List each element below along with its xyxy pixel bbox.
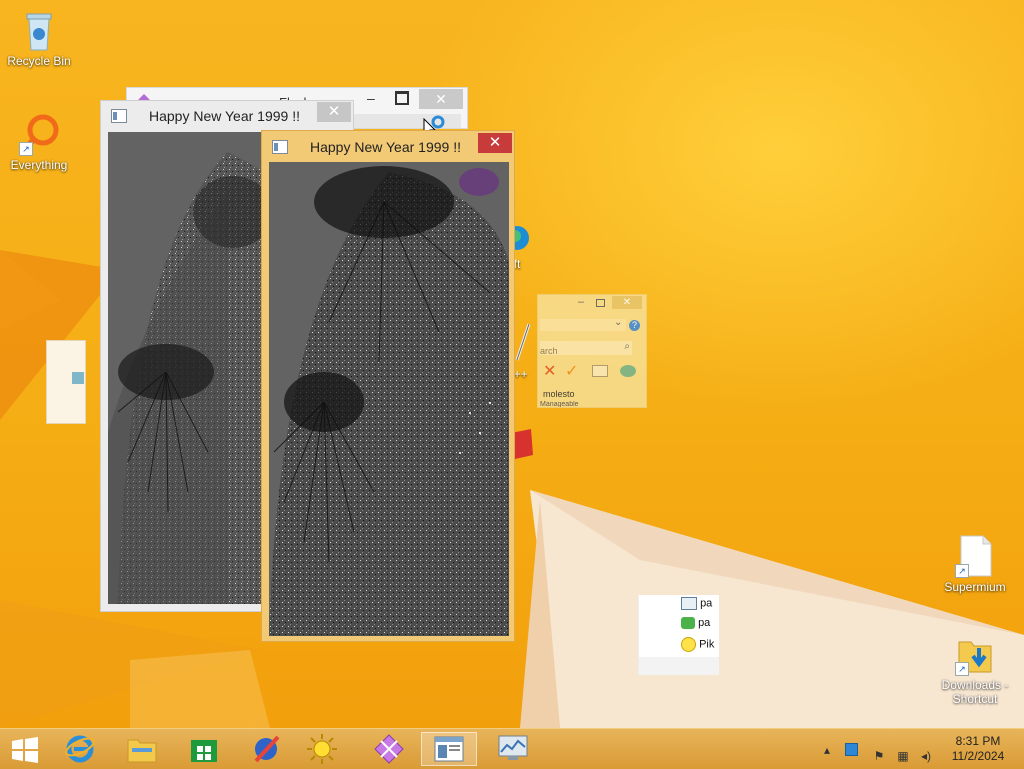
taskbar-app-sun[interactable] <box>294 732 350 766</box>
list-item[interactable]: pa <box>681 597 712 613</box>
delete-x-icon[interactable]: ✕ <box>543 361 556 381</box>
help-icon[interactable]: ? <box>629 320 640 331</box>
supermium-label: Supermium <box>944 580 1006 594</box>
panel-minimize-button[interactable]: – <box>578 296 584 308</box>
small-translucent-window[interactable]: – ✕ ⌄ ? arch ⌕ ✕ ✓ molesto Manageable <box>537 294 647 408</box>
network-icon[interactable]: ▦ <box>896 749 910 763</box>
volume-icon[interactable]: ◂) <box>919 749 933 763</box>
app-window-icon <box>272 140 288 154</box>
taskbar-app-pencil[interactable] <box>238 732 294 766</box>
taskbar-file-explorer[interactable] <box>114 732 170 766</box>
downloads-shortcut-icon[interactable]: ↗ Downloads - Shortcut <box>937 632 1013 706</box>
shortcut-arrow-icon: ↗ <box>19 142 33 156</box>
everything-label: Everything <box>10 158 68 172</box>
clock-date: 11/2/2024 <box>951 749 1005 763</box>
search-icon: ⌕ <box>624 341 630 352</box>
small-app-icon <box>72 372 84 384</box>
monitor-chart-icon <box>498 735 528 760</box>
action-center-flag-icon[interactable]: ⚑ <box>872 749 886 763</box>
flash-minimize-button[interactable]: – <box>367 90 375 106</box>
app-window-icon <box>434 736 464 762</box>
panel-maximize-button[interactable] <box>596 299 605 307</box>
window-file-icon <box>681 597 697 610</box>
colorful-file-icon <box>681 617 695 630</box>
list-item[interactable]: pa <box>681 617 710 633</box>
shortcut-arrow-icon: ↗ <box>955 564 969 578</box>
panel-list-item-sub: Manageable <box>540 401 579 407</box>
windows-store-icon <box>191 740 217 762</box>
taskbar-windows-store[interactable] <box>176 732 232 766</box>
windows-logo-icon <box>12 737 38 763</box>
white-doc-icon-partial[interactable] <box>46 340 86 424</box>
shortcut-arrow-icon: ↗ <box>955 662 969 676</box>
internet-explorer-icon <box>65 735 95 763</box>
panel-search-placeholder: arch <box>540 346 558 356</box>
tray-overflow-chevron-icon[interactable]: ▴ <box>820 743 834 757</box>
taskbar-happy-new-year[interactable] <box>421 732 477 766</box>
happy-back-title: Happy New Year 1999 !! <box>149 108 300 124</box>
taskbar: ▴ ⚑ ▦ ◂) 8:31 PM 11/2/2024 <box>0 728 1024 769</box>
taskbar-performance-monitor[interactable] <box>486 732 542 766</box>
shell-icon[interactable] <box>620 365 636 377</box>
flash-close-button[interactable]: ✕ <box>419 89 463 109</box>
flash-maximize-button[interactable] <box>395 91 409 105</box>
properties-icon[interactable] <box>592 365 608 377</box>
happy-front-title: Happy New Year 1999 !! <box>310 139 461 155</box>
panel-list-item[interactable]: molesto <box>543 389 575 399</box>
sun-icon <box>307 734 337 764</box>
smiley-icon <box>681 637 696 652</box>
everything-app-icon[interactable]: ↗ Everything <box>1 112 77 172</box>
recycle-bin-icon[interactable]: Recycle Bin <box>1 8 77 68</box>
happy-back-close-button[interactable]: ✕ <box>317 102 351 122</box>
fireworks-canvas-front[interactable] <box>269 162 509 636</box>
start-button[interactable] <box>0 732 50 766</box>
supermium-icon[interactable]: ↗ Supermium <box>937 534 1013 594</box>
recycle-bin-label: Recycle Bin <box>7 54 71 68</box>
system-clock[interactable]: 8:31 PM 11/2/2024 <box>948 734 1008 764</box>
file-list-window[interactable]: pa pa Pik <box>638 595 719 675</box>
happy-new-year-window-front[interactable]: Happy New Year 1999 !! ✕ <box>261 130 515 642</box>
panel-search-input[interactable]: arch ⌕ <box>540 341 632 356</box>
globe-pencil-icon <box>254 735 280 763</box>
flash-app-icon <box>374 734 404 764</box>
chevron-down-icon[interactable]: ⌄ <box>614 317 622 328</box>
list-item[interactable]: Pik <box>681 637 714 653</box>
tray-app-icon[interactable] <box>845 743 859 757</box>
happy-front-close-button[interactable]: ✕ <box>478 133 512 153</box>
clock-time: 8:31 PM <box>955 734 1001 748</box>
desktop: Recycle Bin ↗ Everything oft d++ x <box>0 0 1024 728</box>
file-explorer-icon <box>127 739 157 763</box>
taskbar-internet-explorer[interactable] <box>52 732 108 766</box>
fireworks-drawing-front <box>269 166 509 636</box>
panel-close-button[interactable]: ✕ <box>612 296 642 309</box>
taskbar-flash[interactable] <box>361 732 417 766</box>
app-window-icon <box>111 109 127 123</box>
downloads-shortcut-label: Downloads - Shortcut <box>941 678 1009 706</box>
check-icon[interactable]: ✓ <box>565 361 578 381</box>
